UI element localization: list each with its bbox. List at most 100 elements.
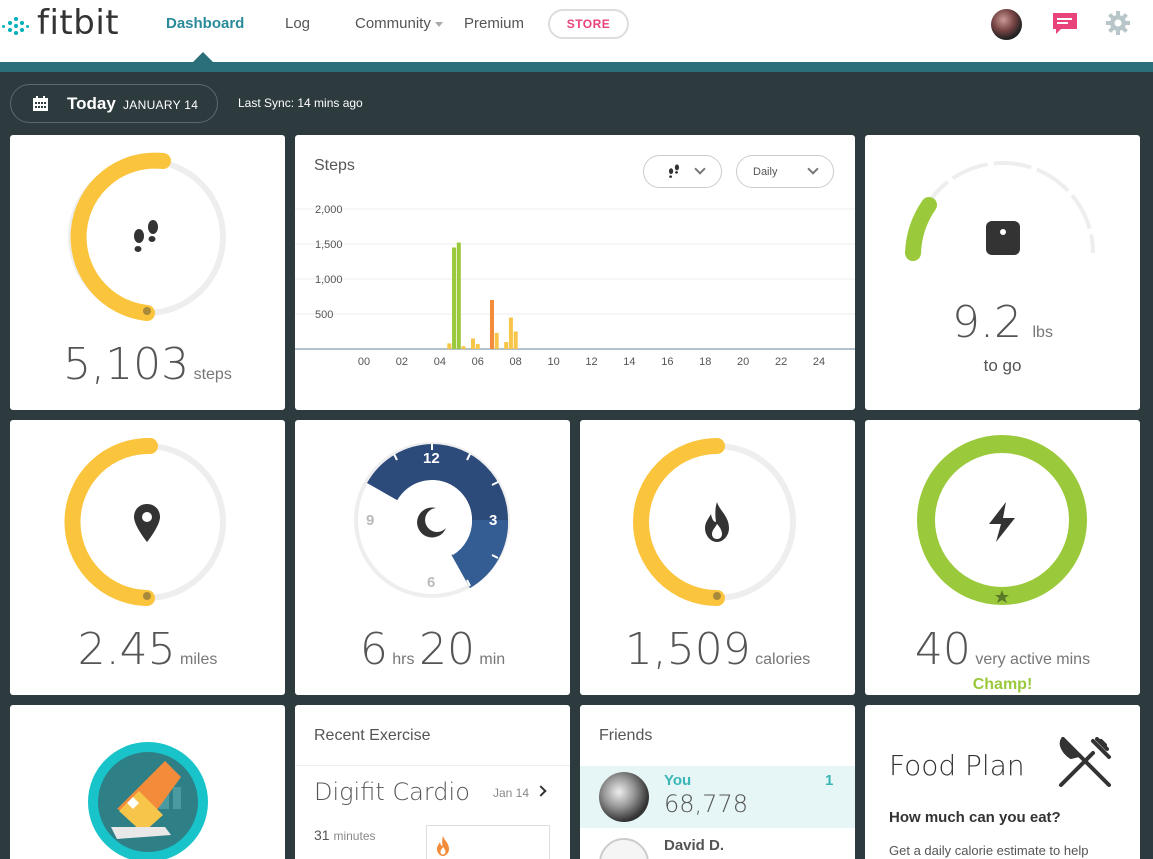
moon-icon [417,507,446,538]
date-selector[interactable]: Today JANUARY 14 [10,84,218,123]
friends-card-title: Friends [599,727,653,744]
distance-tile[interactable]: 2.45 miles [10,420,285,695]
logo-dots-icon [2,17,30,37]
distance-value-row: 2.45 miles [10,624,285,675]
active-minutes-value-row: 40 very active mins [865,624,1140,675]
friend-row-you[interactable]: You 68,778 1 [580,766,855,828]
steps-value: 5,103 [63,339,190,390]
steps-chart-card: Steps Daily 2,000 1,500 1,000 500 00 02 04 06 08… [295,135,855,410]
clock-label-3: 3 [489,512,498,529]
message-icon[interactable] [1052,12,1078,36]
chart-bar [452,247,457,349]
x-tick-label: 24 [813,356,825,368]
sleep-minutes-unit: min [479,651,506,668]
x-tick-label: 18 [699,356,711,368]
calories-value: 1,509 [624,624,751,675]
steps-value-row: 5,103 steps [10,339,285,390]
food-plan-title: Food Plan [889,749,1025,782]
food-plan-description: Get a daily calorie estimate to help [889,843,1089,858]
flame-icon [705,502,729,542]
chart-bar [447,343,452,349]
last-sync-text: Last Sync: 14 mins ago [238,96,363,110]
chevron-right-icon [535,785,547,797]
top-navigation: fitbit Dashboard Log Community Premium S… [0,0,1153,62]
knife-fork-icon [1059,737,1111,787]
y-tick-label: 500 [315,309,333,321]
exercise-date: Jan 14 [493,786,530,800]
weight-value-row: 9.2 lbs [865,297,1140,348]
badge-tile[interactable] [10,705,285,859]
y-tick-label: 1,000 [315,274,343,286]
calories-value-row: 1,509 calories [580,624,855,675]
chart-bar [461,346,466,349]
friend-row[interactable]: David D. [580,830,855,859]
logo-text: fitbit [37,3,120,43]
exercise-activity-name: Digifit Cardio [314,778,470,806]
food-plan-card[interactable]: Food Plan How much can you eat? Get a da… [865,705,1140,859]
x-tick-label: 04 [434,356,446,368]
friend-name: David D. [664,837,725,854]
champ-badge: Champ! [972,676,1033,693]
x-tick-label: 06 [472,356,484,368]
x-tick-label: 20 [737,356,749,368]
gear-icon[interactable] [1106,11,1130,35]
scale-icon [986,221,1020,255]
steps-unit: steps [193,366,232,383]
friend-name: You [664,772,692,789]
location-pin-icon [134,504,160,542]
sleep-hours-unit: hrs [392,651,415,668]
date-label: JANUARY 14 [123,98,199,112]
x-tick-label: 14 [623,356,635,368]
active-minutes-tile[interactable]: 40 very active mins Champ! [865,420,1140,695]
y-tick-label: 1,500 [315,239,343,251]
active-minutes-value: 40 [914,624,971,675]
friend-rank: 1 [825,772,834,789]
nav-dashboard[interactable]: Dashboard [166,15,244,32]
clock-label-6: 6 [427,574,436,591]
weight-unit: lbs [1032,324,1053,341]
avatar [599,838,649,859]
nav-active-pointer [193,52,213,62]
chart-bar [456,242,461,349]
active-minutes-unit: very active mins [975,651,1091,668]
nav-premium[interactable]: Premium [464,15,524,32]
store-button[interactable]: STORE [548,9,629,39]
calories-tile[interactable]: 1,509 calories [580,420,855,695]
weight-sublabel: to go [983,356,1022,375]
chart-bar [513,331,518,349]
exercise-card-title: Recent Exercise [314,727,431,744]
nav-community[interactable]: Community [355,15,443,32]
clock-label-12: 12 [423,450,440,467]
friends-card: Friends You 68,778 1 David D. [580,705,855,859]
chart-bar [494,332,499,349]
chevron-down-icon [434,21,443,27]
x-tick-label: 22 [775,356,787,368]
sleep-value-row: 6 hrs 20 min [295,624,570,675]
chart-bar [504,342,509,349]
y-tick-label: 2,000 [315,204,343,216]
nav-log[interactable]: Log [285,15,310,32]
calendar-icon [33,96,48,111]
clock-label-9: 9 [366,512,375,529]
exercise-duration-unit: minutes [333,829,376,843]
avatar [599,772,649,822]
steps-tile[interactable]: 5,103 steps [10,135,285,410]
x-tick-label: 08 [510,356,522,368]
avatar[interactable] [991,9,1022,40]
weight-value: 9.2 [952,297,1023,348]
today-label: Today [67,94,116,113]
weight-tile[interactable]: 9.2 lbs to go [865,135,1140,410]
calories-unit: calories [755,651,811,668]
x-tick-label: 12 [585,356,597,368]
sleep-minutes-value: 20 [418,624,475,675]
x-tick-label: 02 [396,356,408,368]
chart-bar [471,338,476,349]
chart-bar [475,344,480,349]
nav-community-label: Community [355,15,431,32]
sleep-hours-value: 6 [359,624,388,675]
exercise-duration: 31 minutes [314,827,376,843]
exercise-row[interactable]: Digifit Cardio Jan 14 [295,766,570,822]
recent-exercise-card: Recent Exercise Digifit Cardio Jan 14 31… [295,705,570,859]
x-tick-label: 16 [661,356,673,368]
sleep-tile[interactable]: 12 3 6 9 6 hrs 20 min [295,420,570,695]
